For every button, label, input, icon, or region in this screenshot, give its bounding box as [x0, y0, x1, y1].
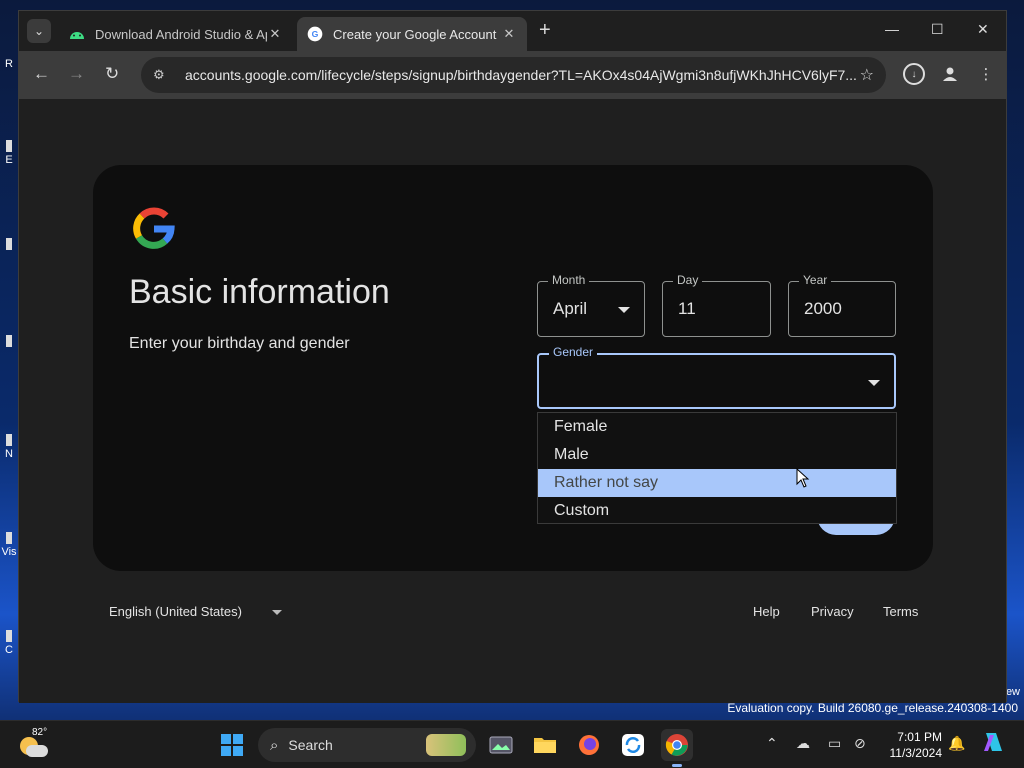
- gender-label: Gender: [549, 345, 598, 359]
- copilot-icon[interactable]: [982, 731, 1006, 756]
- tab-strip: ⌄ Download Android Studio & Ap ✕ G Creat…: [19, 11, 1006, 51]
- terms-link[interactable]: Terms: [883, 604, 918, 619]
- desktop-icon-fragment: E: [0, 140, 18, 166]
- close-window-button[interactable]: ✕: [977, 21, 989, 38]
- chrome-icon[interactable]: [661, 729, 693, 767]
- desktop-icon-fragment: [0, 238, 18, 252]
- android-icon: [69, 26, 85, 42]
- gender-select[interactable]: Gender: [537, 345, 896, 409]
- page-content: Basic information Enter your birthday an…: [19, 99, 1006, 703]
- desktop-icon-fragment: C: [0, 630, 18, 656]
- new-tab-button[interactable]: +: [539, 19, 551, 42]
- network-icon[interactable]: ⊘: [854, 735, 866, 752]
- language-label: English (United States): [109, 604, 242, 619]
- language-selector[interactable]: English (United States): [109, 604, 282, 619]
- tab-title: Create your Google Account: [333, 26, 497, 42]
- minimize-button[interactable]: —: [885, 21, 899, 37]
- year-value: 2000: [804, 299, 842, 318]
- close-tab-icon[interactable]: ✕: [501, 26, 517, 42]
- google-logo-icon: [133, 207, 175, 249]
- chevron-down-icon: ⌄: [33, 24, 45, 38]
- gender-option-male[interactable]: Male: [538, 441, 896, 469]
- gender-option-female[interactable]: Female: [538, 413, 896, 441]
- signup-card: Basic information Enter your birthday an…: [93, 165, 933, 571]
- evaluation-watermark: Evaluation copy. Build 26080.ge_release.…: [727, 701, 1018, 715]
- close-tab-icon[interactable]: ✕: [267, 26, 283, 42]
- clock-date: 11/3/2024: [889, 746, 943, 760]
- page-title: Basic information: [129, 273, 390, 311]
- search-placeholder: Search: [288, 737, 333, 753]
- tab-title: Download Android Studio & Ap: [95, 26, 267, 42]
- gender-dropdown-menu: Female Male Rather not say Custom: [537, 412, 897, 524]
- day-input[interactable]: Day 11: [662, 273, 771, 337]
- profile-icon[interactable]: [939, 63, 961, 85]
- dropdown-arrow-icon: [868, 380, 880, 386]
- active-app-indicator: [672, 764, 682, 767]
- mouse-cursor-icon: [796, 468, 810, 488]
- day-label: Day: [673, 273, 703, 287]
- address-bar[interactable]: ⚙ accounts.google.com/lifecycle/steps/si…: [141, 57, 886, 93]
- help-link[interactable]: Help: [753, 604, 780, 619]
- taskbar-clock[interactable]: 7:01 PM 11/3/2024: [884, 729, 943, 761]
- tab-search-button[interactable]: ⌄: [27, 19, 51, 43]
- file-explorer-icon[interactable]: [529, 729, 561, 761]
- download-icon[interactable]: ↓: [903, 63, 925, 85]
- svg-text:G: G: [312, 29, 319, 39]
- site-info-icon[interactable]: ⚙: [153, 67, 173, 83]
- desktop-icon-fragment: [0, 335, 18, 349]
- gender-option-custom[interactable]: Custom: [538, 497, 896, 525]
- forward-button[interactable]: →: [68, 64, 85, 84]
- weather-temp: 82°: [32, 727, 48, 738]
- back-button[interactable]: ←: [33, 64, 50, 84]
- dropdown-arrow-icon: [271, 610, 282, 616]
- weather-widget[interactable]: 82°: [20, 727, 50, 761]
- year-input[interactable]: Year 2000: [788, 273, 896, 337]
- onedrive-icon[interactable]: ☁: [796, 735, 810, 752]
- gender-option-rather-not-say[interactable]: Rather not say: [538, 469, 896, 497]
- start-button[interactable]: [221, 734, 243, 756]
- privacy-link[interactable]: Privacy: [811, 604, 854, 619]
- sync-app-icon[interactable]: [617, 729, 649, 761]
- page-subtitle: Enter your birthday and gender: [129, 335, 350, 352]
- browser-toolbar: ← → ↻ ⚙ accounts.google.com/lifecycle/st…: [19, 51, 1006, 99]
- notification-bell-icon[interactable]: 🔔: [948, 735, 965, 752]
- display-icon[interactable]: ▭: [828, 735, 841, 752]
- reload-button[interactable]: ↻: [105, 64, 119, 84]
- month-select[interactable]: Month April: [537, 273, 645, 337]
- search-icon: ⌕: [270, 736, 279, 754]
- clock-time: 7:01 PM: [897, 730, 942, 744]
- desktop-icon-fragment: N: [0, 434, 18, 460]
- url-text: accounts.google.com/lifecycle/steps/sign…: [185, 67, 857, 83]
- firefox-icon[interactable]: [573, 729, 605, 761]
- tab-android-studio[interactable]: Download Android Studio & Ap ✕: [59, 17, 293, 51]
- google-icon: G: [307, 26, 323, 42]
- weather-cloud-icon: [26, 745, 48, 757]
- month-value: April: [553, 299, 588, 318]
- taskbar-search[interactable]: ⌕ Search: [258, 728, 476, 762]
- bookmark-star-icon[interactable]: ☆: [860, 65, 874, 85]
- desktop-icon-fragment: Vis: [0, 532, 18, 558]
- search-highlight-image: [426, 734, 466, 756]
- month-label: Month: [548, 273, 590, 287]
- tab-google-account[interactable]: G Create your Google Account ✕: [297, 17, 527, 51]
- desktop-icon-fragment: R: [5, 58, 13, 70]
- year-label: Year: [799, 273, 832, 287]
- menu-icon[interactable]: ⋮: [975, 63, 997, 85]
- browser-window: ⌄ Download Android Studio & Ap ✕ G Creat…: [18, 10, 1007, 703]
- taskbar: 82° ⌕ Search ⌃ ☁ ▭ ⊘ 7:01 PM 11/3/2024 🔔: [0, 720, 1024, 768]
- taskbar-app-photos[interactable]: [485, 729, 517, 761]
- dropdown-arrow-icon: [618, 307, 630, 313]
- show-hidden-icons-chevron-icon[interactable]: ⌃: [766, 735, 778, 752]
- day-value: 11: [678, 299, 696, 318]
- desktop-icon-fragment: ew: [1005, 686, 1020, 698]
- maximize-button[interactable]: ☐: [931, 21, 944, 38]
